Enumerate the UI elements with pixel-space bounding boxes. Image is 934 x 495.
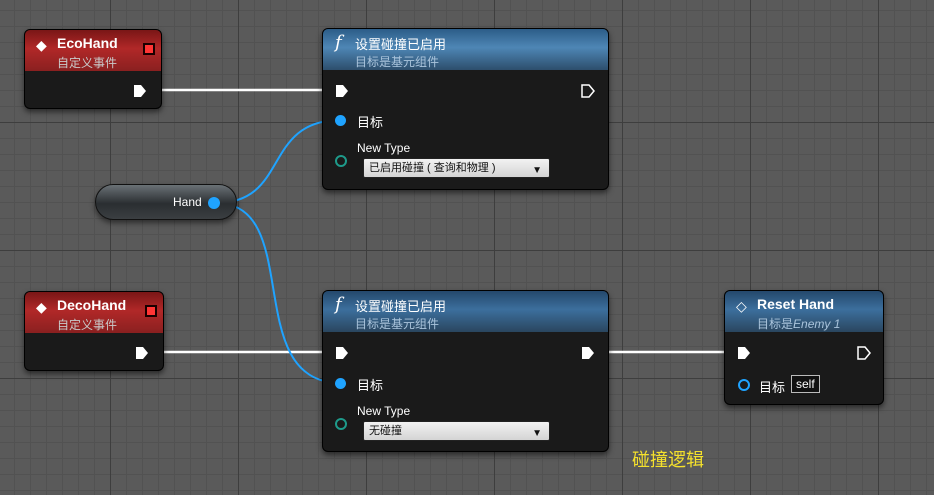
function-node-subtitle: 目标是基元组件 xyxy=(355,55,440,69)
new-type-pin[interactable] xyxy=(335,418,347,430)
function-node-set-collision-2[interactable]: f 设置碰撞已启用 目标是基元组件 目标 New Type 无碰撞 ▼ xyxy=(322,290,609,452)
exec-in-pin[interactable] xyxy=(335,346,349,360)
exec-out-pin[interactable] xyxy=(581,346,595,360)
new-type-pin[interactable] xyxy=(335,155,347,167)
function-node-title: Reset Hand xyxy=(757,296,835,312)
exec-out-pin[interactable] xyxy=(581,84,595,98)
dropdown-arrow-icon: ▼ xyxy=(532,428,542,439)
exec-out-pin[interactable] xyxy=(133,84,147,98)
target-pin[interactable] xyxy=(335,378,346,389)
event-node-ecohand[interactable]: ◆ EcoHand 自定义事件 xyxy=(24,29,162,109)
new-type-dropdown[interactable]: 已启用碰撞 ( 查询和物理 ) ▼ xyxy=(363,158,550,178)
event-node-header: ◆ DecoHand 自定义事件 xyxy=(25,292,163,333)
comment-text: 碰撞逻辑 xyxy=(632,450,704,470)
target-pin[interactable] xyxy=(335,115,346,126)
subtitle-prefix: 目标是 xyxy=(757,317,794,331)
function-node-subtitle: 目标是Enemy 1 xyxy=(757,315,840,332)
target-pin[interactable] xyxy=(738,379,750,391)
variable-output-pin[interactable] xyxy=(208,197,220,209)
new-type-label: New Type xyxy=(357,141,411,155)
delegate-pin-icon[interactable] xyxy=(145,305,157,317)
function-node-header: ◇ Reset Hand 目标是Enemy 1 xyxy=(725,291,883,332)
new-type-dropdown-value: 无碰撞 xyxy=(369,425,402,437)
target-pin-label: 目标 xyxy=(357,115,384,130)
exec-in-pin[interactable] xyxy=(335,84,349,98)
function-node-subtitle: 目标是基元组件 xyxy=(355,317,440,331)
function-node-header: f 设置碰撞已启用 目标是基元组件 xyxy=(323,29,608,70)
new-type-dropdown-value: 已启用碰撞 ( 查询和物理 ) xyxy=(369,162,496,174)
exec-out-pin[interactable] xyxy=(857,346,871,360)
new-type-label: New Type xyxy=(357,404,411,418)
target-self-value[interactable]: self xyxy=(791,375,820,393)
variable-node-hand[interactable]: Hand xyxy=(95,184,237,220)
event-node-title: DecoHand xyxy=(57,297,127,313)
delegate-pin-icon[interactable] xyxy=(143,43,155,55)
variable-label: Hand xyxy=(173,195,202,209)
event-diamond-icon: ◆ xyxy=(36,299,47,315)
event-node-title: EcoHand xyxy=(57,35,118,51)
exec-in-pin[interactable] xyxy=(737,346,751,360)
function-node-title: 设置碰撞已启用 xyxy=(355,299,447,314)
event-node-decohand[interactable]: ◆ DecoHand 自定义事件 xyxy=(24,291,164,371)
event-node-subtitle: 自定义事件 xyxy=(57,318,118,332)
function-node-set-collision-1[interactable]: f 设置碰撞已启用 目标是基元组件 目标 New Type 已启用碰撞 ( 查询… xyxy=(322,28,609,190)
dropdown-arrow-icon: ▼ xyxy=(532,165,542,176)
function-icon: f xyxy=(335,32,342,53)
exec-out-pin[interactable] xyxy=(135,346,149,360)
target-pin-label: 目标 xyxy=(357,378,384,393)
function-icon: f xyxy=(335,294,342,315)
new-type-dropdown[interactable]: 无碰撞 ▼ xyxy=(363,421,550,441)
event-node-header: ◆ EcoHand 自定义事件 xyxy=(25,30,161,71)
event-node-subtitle: 自定义事件 xyxy=(57,56,118,70)
function-diamond-icon: ◇ xyxy=(736,298,747,314)
function-node-reset-hand[interactable]: ◇ Reset Hand 目标是Enemy 1 目标 self xyxy=(724,290,884,405)
function-node-header: f 设置碰撞已启用 目标是基元组件 xyxy=(323,291,608,332)
subtitle-class: Enemy 1 xyxy=(793,317,841,331)
event-diamond-icon: ◆ xyxy=(36,37,47,53)
target-pin-label: 目标 xyxy=(759,380,786,395)
function-node-title: 设置碰撞已启用 xyxy=(355,37,447,52)
